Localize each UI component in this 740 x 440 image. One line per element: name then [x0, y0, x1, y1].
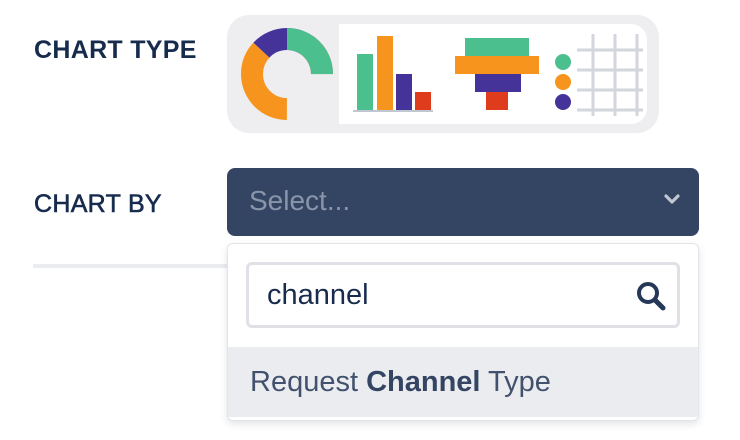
- table-chart-icon: [555, 34, 643, 116]
- dropdown-menu: Request Channel Type: [227, 243, 699, 421]
- bar-chart-icon: [353, 36, 433, 112]
- chart-type-selector: [227, 15, 659, 133]
- chart-type-option-donut[interactable]: [237, 24, 337, 124]
- select-placeholder: Select...: [249, 185, 351, 216]
- chart-type-option-table[interactable]: [543, 24, 647, 124]
- search-input[interactable]: [267, 277, 617, 313]
- search-field[interactable]: [246, 262, 680, 328]
- chart-by-select[interactable]: Select...: [227, 168, 699, 236]
- search-icon[interactable]: [635, 280, 667, 317]
- dropdown-option-request-channel-type[interactable]: Request Channel Type: [228, 347, 698, 417]
- option-text-match: Channel: [366, 366, 481, 398]
- chart-type-label: CHART TYPE: [34, 36, 197, 64]
- chevron-down-icon[interactable]: [663, 192, 681, 211]
- chart-type-option-bar[interactable]: [339, 24, 439, 124]
- option-text-before: Request: [250, 366, 367, 398]
- option-text-after: Type: [480, 366, 551, 398]
- chart-type-option-funnel[interactable]: [439, 24, 543, 124]
- donut-chart-icon: [241, 28, 333, 120]
- funnel-chart-icon: [455, 38, 539, 110]
- section-divider: [33, 264, 227, 268]
- chart-by-label: CHART BY: [34, 190, 162, 219]
